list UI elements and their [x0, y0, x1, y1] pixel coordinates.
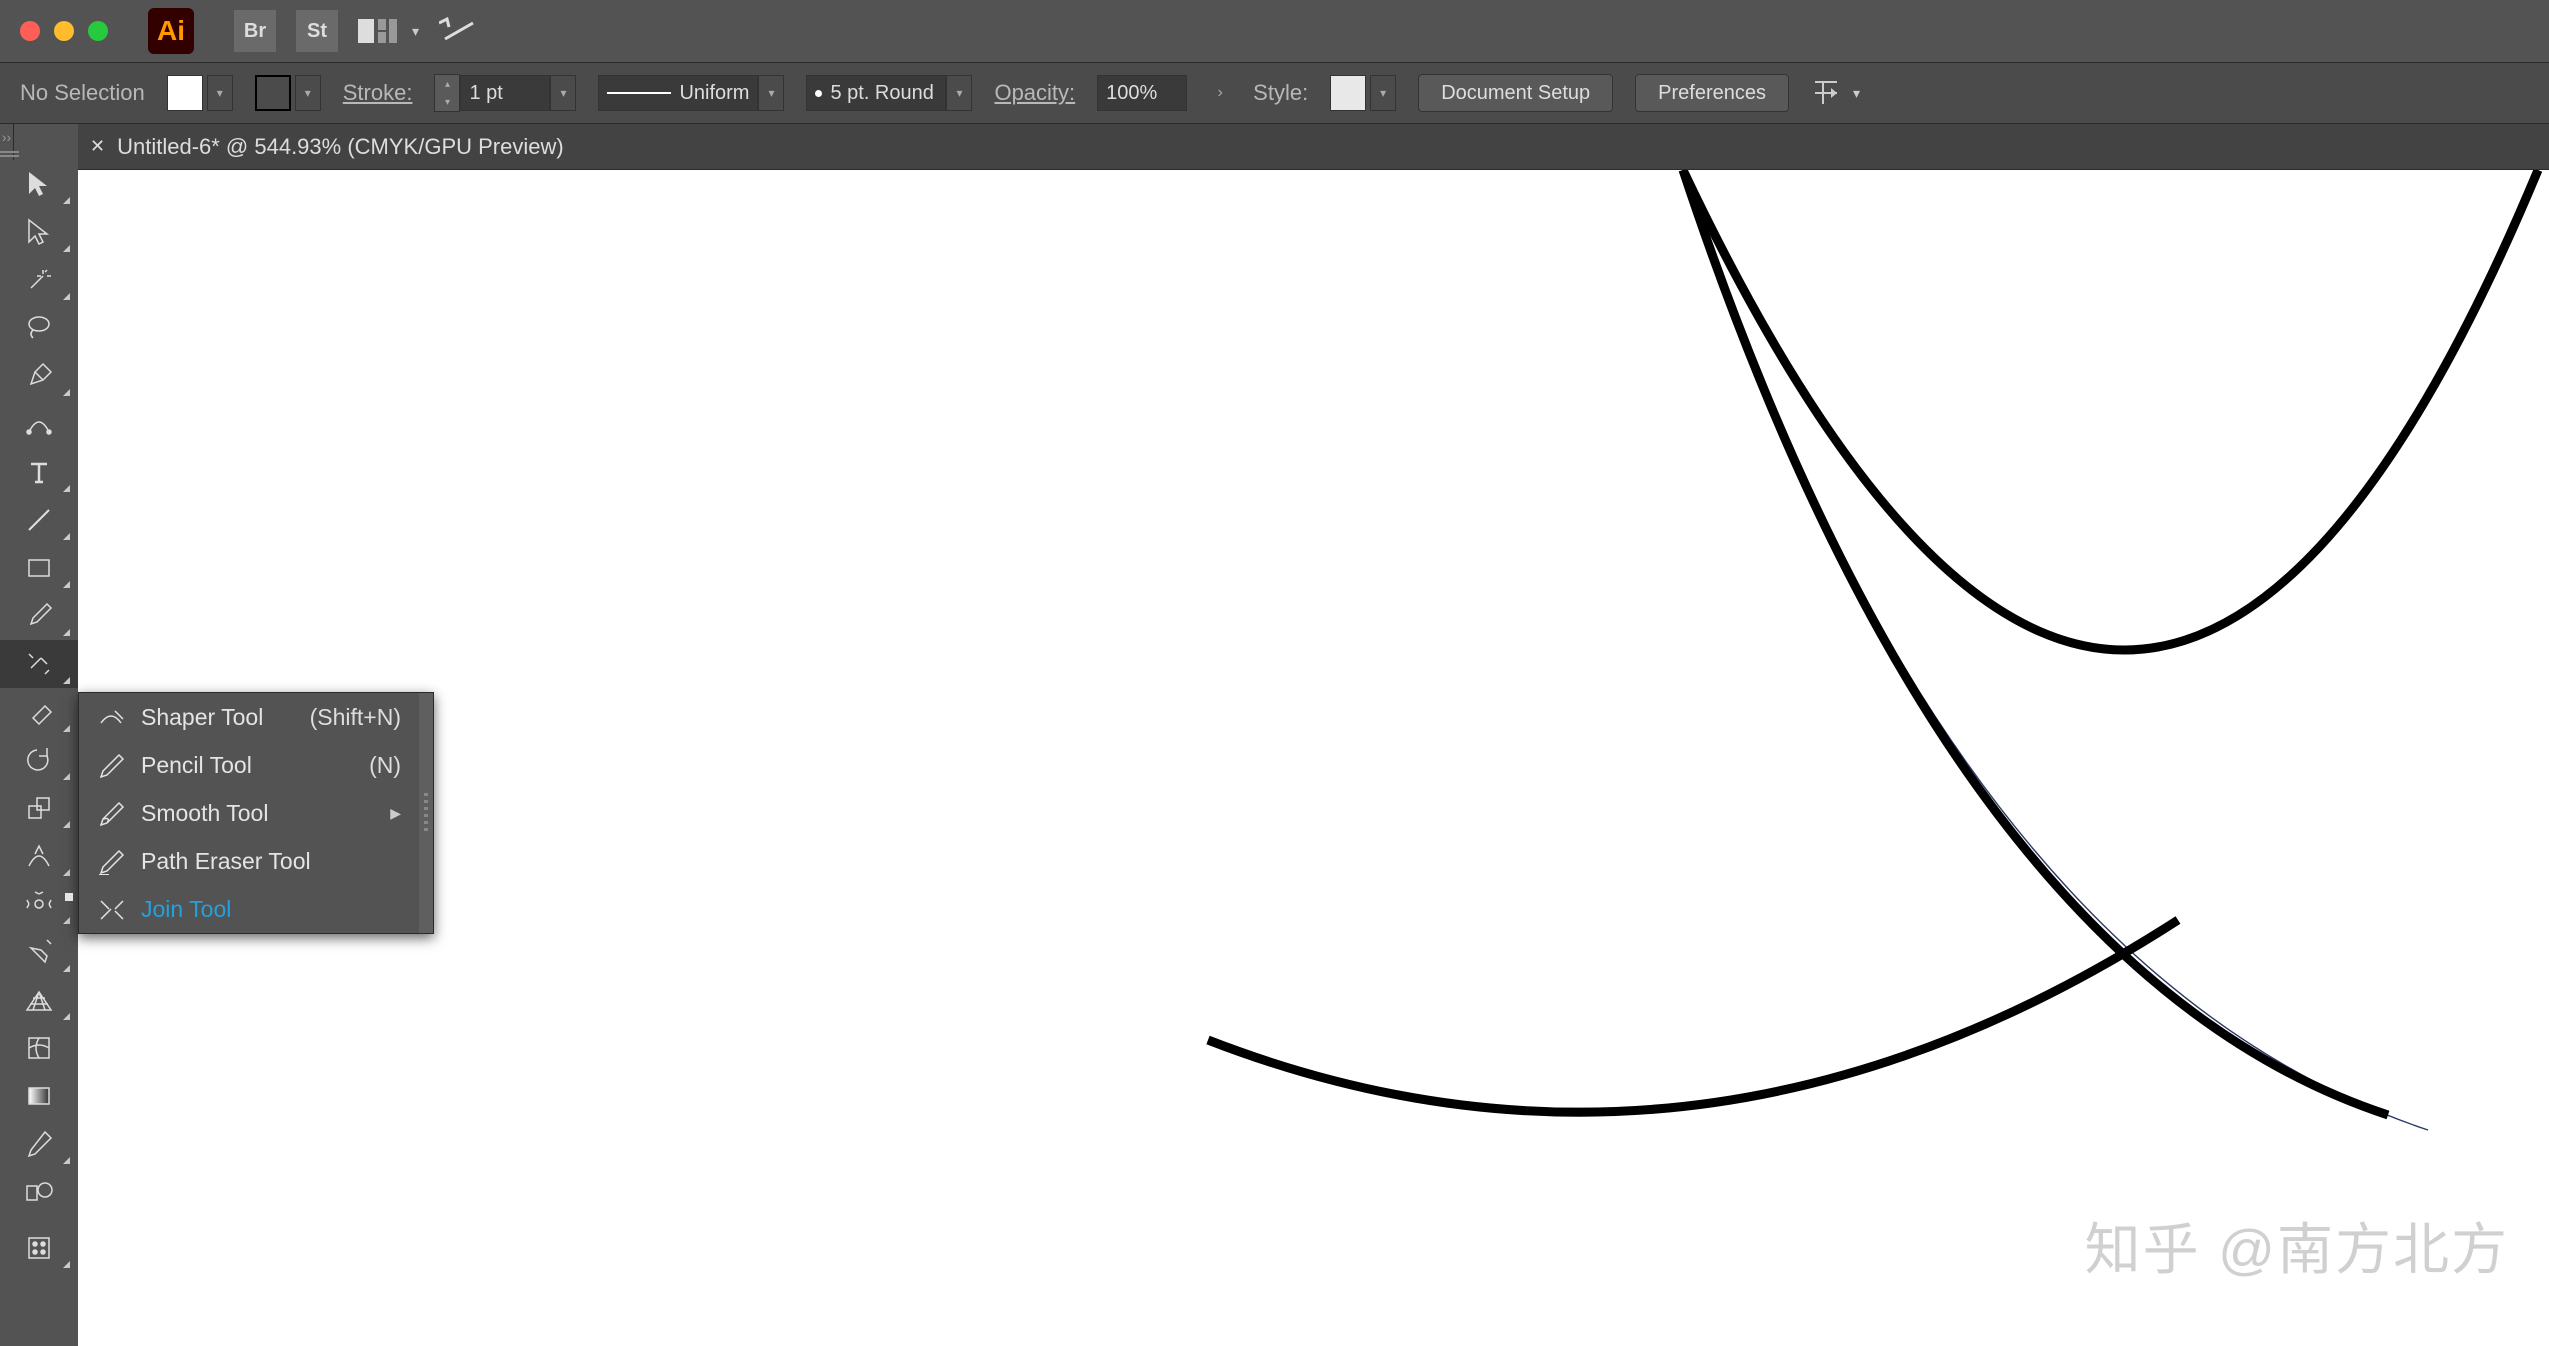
style-dropdown[interactable]: ▾: [1370, 75, 1396, 111]
flyout-item-label: Pencil Tool: [141, 752, 337, 779]
document-setup-button[interactable]: Document Setup: [1418, 74, 1613, 112]
rotate-tool[interactable]: [0, 736, 78, 784]
perspective-grid-tool[interactable]: [0, 976, 78, 1024]
stroke-weight-spinner[interactable]: ▴▾: [434, 74, 460, 112]
style-label: Style:: [1253, 80, 1308, 106]
selection-tool[interactable]: [0, 160, 78, 208]
window-minimize-button[interactable]: [54, 21, 74, 41]
magic-wand-tool[interactable]: [0, 256, 78, 304]
options-bar: No Selection ▾ ▾ Stroke: ▴▾ 1 pt ▾ Unifo…: [0, 62, 2549, 124]
shaper-tool[interactable]: [0, 640, 78, 688]
flyout-tearoff-handle[interactable]: [419, 693, 433, 933]
shaper-tool-icon: [97, 703, 125, 731]
selection-status: No Selection: [20, 80, 145, 106]
opacity-field[interactable]: 100%: [1097, 75, 1187, 111]
bridge-button[interactable]: Br: [234, 10, 276, 52]
smooth-tool-icon: [97, 799, 125, 827]
align-icon[interactable]: [1811, 78, 1841, 108]
pen-tool[interactable]: [0, 352, 78, 400]
graphic-style-swatch[interactable]: [1330, 75, 1366, 111]
eyedropper-tool[interactable]: [0, 928, 78, 976]
lasso-tool[interactable]: [0, 304, 78, 352]
submenu-arrow-icon: ▶: [390, 805, 401, 822]
arrange-icon: [358, 17, 398, 45]
flyout-item-label: Shaper Tool: [141, 704, 278, 731]
illustrator-logo: Ai: [148, 8, 194, 54]
artwork: [78, 170, 2549, 1346]
flyout-smooth-tool[interactable]: Smooth Tool ▶: [79, 789, 419, 837]
fill-swatch[interactable]: [167, 75, 203, 111]
flyout-indicator: [65, 893, 73, 901]
profile-dropdown[interactable]: ▾: [758, 75, 784, 111]
brush-label: 5 pt. Round: [830, 82, 933, 105]
eraser-tool[interactable]: [0, 688, 78, 736]
arrange-documents[interactable]: ▾: [358, 17, 419, 45]
curvature-tool[interactable]: [0, 400, 78, 448]
variable-width-profile[interactable]: Uniform: [598, 75, 758, 111]
paintbrush-tool[interactable]: [0, 592, 78, 640]
profile-label: Uniform: [679, 82, 749, 105]
chevron-down-icon: ▾: [1853, 85, 1860, 102]
stroke-swatch[interactable]: [255, 75, 291, 111]
stroke-weight-dropdown[interactable]: ▾: [550, 75, 576, 111]
document-tab[interactable]: ✕ Untitled-6* @ 544.93% (CMYK/GPU Previe…: [90, 124, 564, 169]
flyout-item-label: Smooth Tool: [141, 800, 364, 827]
flyout-path-eraser-tool[interactable]: Path Eraser Tool: [79, 837, 419, 885]
path-eraser-tool-icon: [97, 847, 125, 875]
blend-tool[interactable]: [0, 1168, 78, 1216]
stock-button[interactable]: St: [296, 10, 338, 52]
shortcut-label: (Shift+N): [310, 704, 401, 731]
opacity-dropdown[interactable]: ›: [1209, 75, 1231, 111]
rectangle-tool[interactable]: [0, 544, 78, 592]
pencil-tool-icon: [97, 751, 125, 779]
type-tool[interactable]: [0, 448, 78, 496]
window-maximize-button[interactable]: [88, 21, 108, 41]
fill-dropdown[interactable]: ▾: [207, 75, 233, 111]
close-tab-icon[interactable]: ✕: [90, 136, 105, 157]
canvas[interactable]: 知乎 @南方北方: [78, 170, 2549, 1346]
brush-dropdown[interactable]: ▾: [946, 75, 972, 111]
cloud-icon[interactable]: [439, 13, 479, 50]
chevron-down-icon: ▾: [412, 23, 419, 40]
opacity-label[interactable]: Opacity:: [994, 80, 1075, 106]
panel-collapse-tab[interactable]: ››: [0, 124, 14, 160]
width-tool[interactable]: [0, 832, 78, 880]
traffic-lights: [20, 21, 108, 41]
symbol-sprayer-tool[interactable]: [0, 1224, 78, 1272]
brush-definition[interactable]: 5 pt. Round: [806, 75, 946, 111]
flyout-join-tool[interactable]: Join Tool: [79, 885, 419, 933]
line-segment-tool[interactable]: [0, 496, 78, 544]
gradient-tool[interactable]: [0, 1072, 78, 1120]
flyout-pencil-tool[interactable]: Pencil Tool (N): [79, 741, 419, 789]
titlebar: Ai Br St ▾: [0, 0, 2549, 62]
document-tab-bar: ✕ Untitled-6* @ 544.93% (CMYK/GPU Previe…: [78, 124, 2549, 170]
flyout-item-label: Path Eraser Tool: [141, 848, 401, 875]
scale-tool[interactable]: [0, 784, 78, 832]
tool-flyout-menu: Shaper Tool(Shift+N)Pencil Tool(N)Smooth…: [78, 692, 434, 934]
document-tab-title: Untitled-6* @ 544.93% (CMYK/GPU Preview): [117, 134, 564, 160]
flyout-item-label: Join Tool: [141, 896, 401, 923]
stroke-weight-field[interactable]: 1 pt: [460, 75, 550, 111]
eyedropper2-tool[interactable]: [0, 1120, 78, 1168]
tool-panel: [0, 160, 78, 1346]
left-panel-collapse: ››: [0, 124, 78, 1346]
window-close-button[interactable]: [20, 21, 40, 41]
shortcut-label: (N): [369, 752, 401, 779]
stroke-label[interactable]: Stroke:: [343, 80, 413, 106]
stroke-dropdown[interactable]: ▾: [295, 75, 321, 111]
preferences-button[interactable]: Preferences: [1635, 74, 1789, 112]
flyout-shaper-tool[interactable]: Shaper Tool (Shift+N): [79, 693, 419, 741]
join-tool-icon: [97, 895, 125, 923]
free-transform-tool[interactable]: [0, 880, 78, 928]
mesh-tool[interactable]: [0, 1024, 78, 1072]
direct-selection-tool[interactable]: [0, 208, 78, 256]
